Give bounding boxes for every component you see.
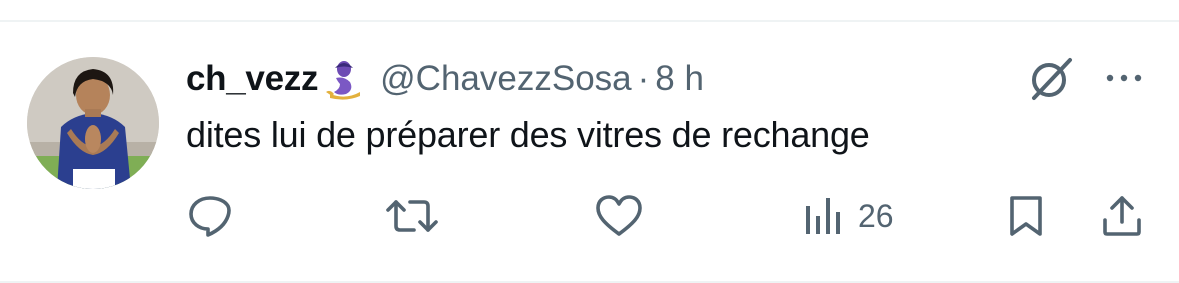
tweet-text: dites lui de préparer des vitres de rech… [186,114,870,155]
views-icon [806,198,840,234]
avatar[interactable] [27,57,159,189]
share-button[interactable] [1098,192,1146,240]
more-options-button[interactable] [1100,60,1148,96]
like-button[interactable] [594,192,644,240]
timestamp[interactable]: 8 h [655,59,704,99]
views-button[interactable]: 26 [802,192,894,240]
avatar-image [27,57,159,189]
grok-button[interactable] [1024,52,1076,104]
reply-icon [189,196,231,237]
bookmark-icon [1010,196,1042,236]
views-count: 26 [858,197,894,234]
top-divider [0,20,1179,22]
like-icon [596,195,642,236]
user-handle[interactable]: @ChavezzSosa [380,59,631,99]
retweet-icon [386,200,438,232]
grok-icon [1032,58,1072,100]
retweet-button[interactable] [384,192,440,240]
bookmark-button[interactable] [1002,192,1050,240]
more-icon [1106,74,1142,82]
share-icon [1103,196,1141,236]
tweet-header: ch_vezz @ChavezzSosa · 8 h [186,56,704,102]
display-name[interactable]: ch_vezz [186,59,318,99]
reply-button[interactable] [186,192,234,240]
separator-dot: · [637,59,650,98]
genie-emoji-icon [326,61,361,100]
